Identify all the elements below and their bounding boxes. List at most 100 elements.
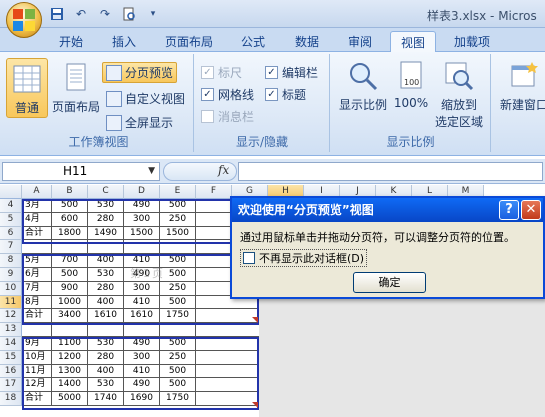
cell-b9[interactable]: 500 bbox=[52, 268, 88, 282]
cell-c5[interactable]: 280 bbox=[88, 212, 124, 227]
row-header-18[interactable]: 18 bbox=[0, 392, 22, 406]
cell-d17[interactable]: 490 bbox=[124, 378, 160, 393]
cell-c12[interactable]: 1610 bbox=[88, 309, 124, 324]
headings-checkbox[interactable]: ✓ 标题 bbox=[265, 86, 306, 103]
print-preview-icon[interactable] bbox=[120, 5, 138, 23]
cell-c18[interactable]: 1740 bbox=[88, 392, 124, 406]
column-header-b[interactable]: B bbox=[52, 185, 88, 199]
column-header-a[interactable]: A bbox=[22, 185, 52, 199]
cell-d15[interactable]: 300 bbox=[124, 350, 160, 365]
insert-function-button[interactable]: fx bbox=[218, 163, 229, 177]
column-header-d[interactable]: D bbox=[124, 185, 160, 199]
zoom-to-selection-button[interactable]: 缩放到 选定区域 bbox=[431, 60, 487, 130]
cell-d18[interactable]: 1690 bbox=[124, 392, 160, 406]
row-header-4[interactable]: 4 bbox=[0, 199, 22, 213]
cell-b16[interactable]: 1300 bbox=[52, 364, 88, 379]
dont-show-again-checkbox[interactable]: 不再显示此对话框(D) bbox=[240, 249, 368, 267]
cell-a16[interactable]: 11月 bbox=[22, 364, 52, 379]
cell-b10[interactable]: 900 bbox=[52, 281, 88, 296]
cell-f18[interactable] bbox=[196, 392, 259, 406]
custom-views-button[interactable]: 自定义视图 bbox=[106, 90, 185, 107]
cell-a4[interactable]: 3月 bbox=[22, 199, 52, 213]
page-layout-view-button[interactable]: 页面布局 bbox=[50, 62, 102, 115]
cell-e8[interactable]: 500 bbox=[160, 254, 196, 268]
new-window-button[interactable]: 新建窗口 bbox=[496, 60, 545, 113]
zoom-button[interactable]: 显示比例 bbox=[337, 60, 389, 113]
row-header-8[interactable]: 8 bbox=[0, 254, 22, 268]
cell-e10[interactable]: 250 bbox=[160, 281, 196, 296]
cell-a9[interactable]: 6月 bbox=[22, 268, 52, 282]
row-header-11[interactable]: 11 bbox=[0, 295, 22, 310]
customize-toolbar-icon[interactable]: ▾ bbox=[144, 5, 162, 23]
cell-f15[interactable] bbox=[196, 351, 259, 365]
row-header-7[interactable]: 7 bbox=[0, 240, 22, 255]
cell-a15[interactable]: 10月 bbox=[22, 350, 52, 365]
cell-b17[interactable]: 1400 bbox=[52, 378, 88, 393]
cell-e17[interactable]: 500 bbox=[160, 378, 196, 393]
tab-data[interactable]: 数据 bbox=[286, 31, 328, 52]
cell-c17[interactable]: 530 bbox=[88, 378, 124, 393]
cell-d10[interactable]: 300 bbox=[124, 281, 160, 296]
ruler-checkbox[interactable]: ✓ 标尺 bbox=[201, 64, 242, 81]
cell-e9[interactable]: 500 bbox=[160, 268, 196, 282]
name-box[interactable]: H11 ▼ bbox=[2, 162, 160, 181]
office-button[interactable] bbox=[6, 2, 42, 38]
cell-b14[interactable]: 1100 bbox=[52, 337, 88, 351]
cell-b7[interactable] bbox=[52, 240, 88, 255]
cell-e7[interactable] bbox=[160, 240, 196, 255]
row-header-9[interactable]: 9 bbox=[0, 268, 22, 282]
cell-b5[interactable]: 600 bbox=[52, 212, 88, 227]
redo-icon[interactable]: ↷ bbox=[96, 5, 114, 23]
row-header-10[interactable]: 10 bbox=[0, 281, 22, 296]
cell-b8[interactable]: 700 bbox=[52, 254, 88, 268]
cell-a18[interactable]: 合计 bbox=[22, 392, 52, 406]
cell-a12[interactable]: 合计 bbox=[22, 309, 52, 324]
cell-f12[interactable] bbox=[196, 309, 259, 324]
cell-a5[interactable]: 4月 bbox=[22, 212, 52, 227]
cell-c15[interactable]: 280 bbox=[88, 350, 124, 365]
cell-a6[interactable]: 合计 bbox=[22, 226, 52, 241]
cell-e5[interactable]: 250 bbox=[160, 212, 196, 227]
cell-a8[interactable]: 5月 bbox=[22, 254, 52, 268]
row-header-13[interactable]: 13 bbox=[0, 323, 22, 337]
cell-b13[interactable] bbox=[52, 323, 88, 337]
cell-b15[interactable]: 1200 bbox=[52, 350, 88, 365]
cell-d16[interactable]: 410 bbox=[124, 364, 160, 379]
cell-f14[interactable] bbox=[196, 337, 259, 351]
full-screen-button[interactable]: 全屏显示 bbox=[106, 114, 173, 131]
cell-a10[interactable]: 7月 bbox=[22, 281, 52, 296]
zoom-100-button[interactable]: 100 100% bbox=[393, 60, 429, 110]
cell-d5[interactable]: 300 bbox=[124, 212, 160, 227]
cell-b4[interactable]: 500 bbox=[52, 199, 88, 213]
cell-e13[interactable] bbox=[160, 323, 196, 337]
cell-a14[interactable]: 9月 bbox=[22, 337, 52, 351]
tab-formulas[interactable]: 公式 bbox=[232, 31, 274, 52]
cell-e16[interactable]: 500 bbox=[160, 364, 196, 379]
cell-a17[interactable]: 12月 bbox=[22, 378, 52, 393]
cell-e12[interactable]: 1750 bbox=[160, 309, 196, 324]
undo-icon[interactable]: ↶ bbox=[72, 5, 90, 23]
row-header-12[interactable]: 12 bbox=[0, 309, 22, 324]
cell-c4[interactable]: 530 bbox=[88, 199, 124, 213]
cell-f13[interactable] bbox=[196, 323, 259, 337]
select-all-corner[interactable] bbox=[0, 185, 22, 199]
cell-d14[interactable]: 490 bbox=[124, 337, 160, 351]
cell-b12[interactable]: 3400 bbox=[52, 309, 88, 324]
tab-home[interactable]: 开始 bbox=[50, 31, 92, 52]
cell-c16[interactable]: 400 bbox=[88, 364, 124, 379]
close-icon[interactable]: ✕ bbox=[521, 200, 541, 220]
row-header-15[interactable]: 15 bbox=[0, 350, 22, 365]
tab-page-layout[interactable]: 页面布局 bbox=[157, 31, 221, 52]
cell-a11[interactable]: 8月 bbox=[22, 295, 52, 310]
tab-view[interactable]: 视图 bbox=[390, 31, 436, 52]
column-header-f[interactable]: F bbox=[196, 185, 232, 199]
cell-c8[interactable]: 400 bbox=[88, 254, 124, 268]
name-box-dropdown-icon[interactable]: ▼ bbox=[148, 163, 155, 180]
save-icon[interactable] bbox=[48, 5, 66, 23]
cell-c6[interactable]: 1490 bbox=[88, 226, 124, 241]
row-header-17[interactable]: 17 bbox=[0, 378, 22, 393]
cell-f16[interactable] bbox=[196, 365, 259, 379]
cell-c9[interactable]: 530 bbox=[88, 268, 124, 282]
cell-d12[interactable]: 1610 bbox=[124, 309, 160, 324]
cell-d11[interactable]: 410 bbox=[124, 295, 160, 310]
